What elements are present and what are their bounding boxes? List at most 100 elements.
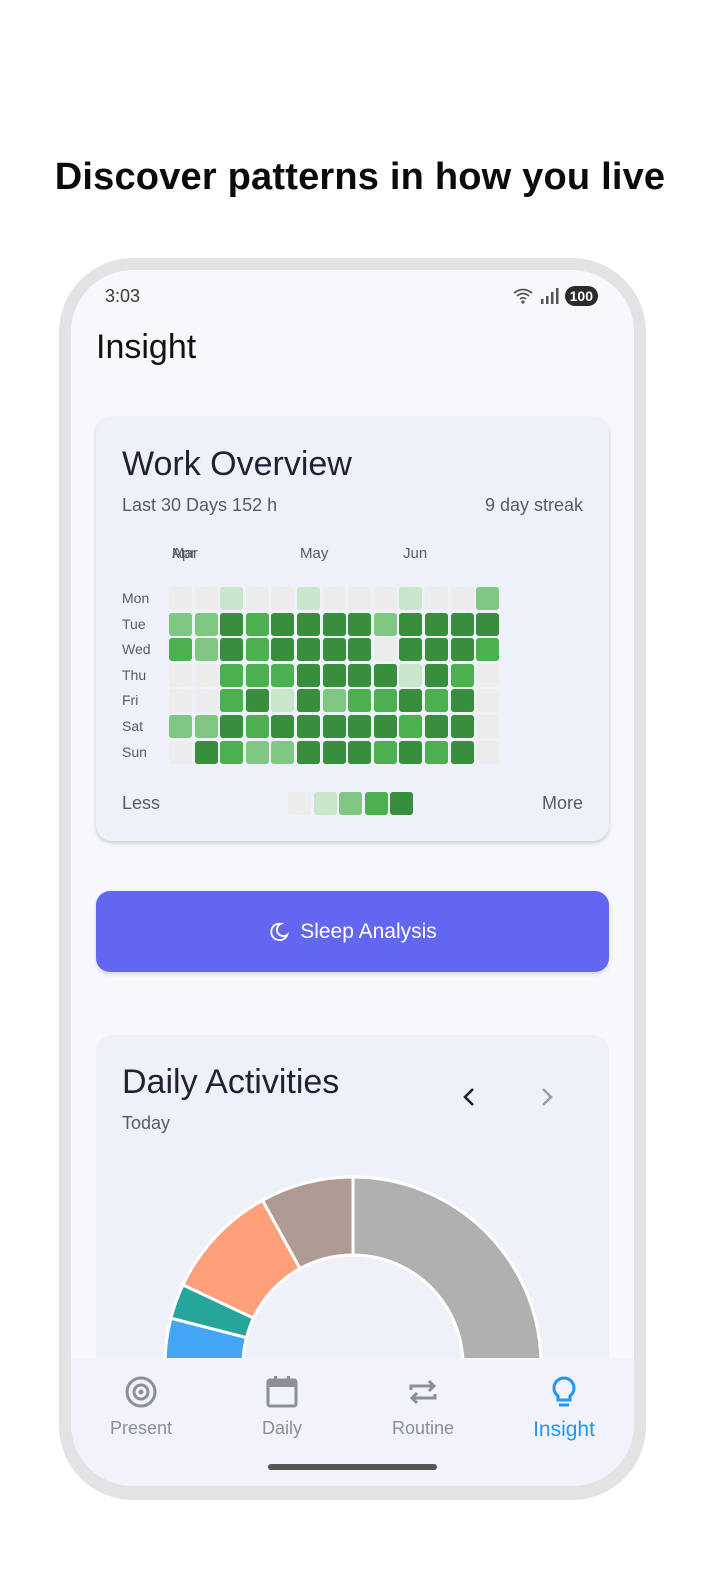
heatmap-cell [399,663,423,687]
heatmap-cell [194,638,218,662]
heatmap-cell [450,740,474,764]
heatmap-cell [322,663,346,687]
heatmap-cell [373,689,397,713]
headline: Discover patterns in how you live [54,156,666,198]
heatmap-cell [271,740,295,764]
sleep-analysis-label: Sleep Analysis [300,919,437,943]
heatmap-cell [322,587,346,610]
next-day-button[interactable] [532,1083,560,1111]
legend-less-label: Less [122,793,161,813]
heatmap-cell [194,740,218,764]
calendar-icon [266,1376,298,1408]
heatmap-cell [297,663,320,687]
heatmap-cell [220,740,244,764]
heatmap-cell [399,740,423,764]
heatmap-cell [245,715,269,738]
nav-daily-label: Daily [261,1418,302,1438]
heatmap-cell [399,587,423,610]
heatmap-cell [322,638,346,662]
heatmap-cell [348,689,372,713]
heatmap-cell [348,612,372,636]
sleep-analysis-button[interactable]: Sleep Analysis [96,891,609,972]
heatmap-cell [476,689,500,713]
nav-insight[interactable]: Insight [494,1374,634,1442]
heatmap-cell [425,638,448,662]
nav-routine[interactable]: Routine [353,1374,493,1439]
radar-icon [125,1376,157,1408]
heatmap-cell [450,587,474,610]
heatmap-cell [297,689,320,713]
heatmap-cell [194,663,218,687]
nav-present[interactable]: Present [71,1374,211,1439]
heatmap-cell [271,689,295,713]
phone-screen: 3:03 100 Insight Work Overview Last 30 D… [71,270,634,1486]
heatmap-cell [348,587,372,610]
heatmap-cell [322,689,346,713]
heatmap-cell [169,638,192,662]
heatmap-cell [425,663,448,687]
heatmap-cell [348,715,372,738]
status-time: 3:03 [105,286,141,306]
heatmap-cell [476,740,500,764]
heatmap-cell [322,715,346,738]
legend-cell [390,792,414,815]
heatmap-cell [348,740,372,764]
heatmap-cell [271,587,295,610]
legend-cell [288,792,311,815]
work-overview-card: Work Overview Last 30 Days 152 h 9 day s… [96,417,609,841]
previous-day-button[interactable] [456,1083,484,1111]
wifi-icon [513,288,533,304]
heatmap-cell [220,663,244,687]
month-label: Jun [403,545,428,562]
lightbulb-icon [552,1376,576,1407]
heatmap-cell [476,663,500,687]
heatmap-cell [271,715,295,738]
heatmap-cell [373,638,397,662]
heatmap-cell [476,715,500,738]
nav-daily[interactable]: Daily [212,1374,352,1439]
heatmap-cell [271,663,295,687]
day-label: Sun [122,743,147,760]
heatmap-cell [271,612,295,636]
heatmap-cell [373,740,397,764]
heatmap-cell [169,740,192,764]
legend-cell [313,792,337,815]
nav-routine-label: Routine [391,1418,455,1438]
heatmap-cell [169,663,192,687]
heatmap-cell [194,715,218,738]
heatmap-cell [425,715,448,738]
heatmap-cell [297,740,320,764]
heatmap-cell [322,612,346,636]
day-label: Tue [122,615,146,632]
nav-insight-label: Insight [533,1418,595,1441]
day-label: Thu [122,666,147,683]
heatmap-cell [450,638,474,662]
legend-cell [364,792,388,815]
heatmap-cell [245,612,269,636]
heatmap-cell [450,663,474,687]
heatmap-cell [476,587,500,610]
heatmap-cell [271,638,295,662]
heatmap-cell [348,638,372,662]
heatmap-cell [220,612,244,636]
page-title: Insight [96,328,197,366]
daily-activities-title: Daily Activities [122,1063,340,1101]
heatmap-cell [297,612,320,636]
day-label: Wed [122,641,151,658]
bottom-navigation: Present Daily Routine Insight [71,1358,634,1486]
heatmap-cell [373,587,397,610]
heatmap-cell [297,587,320,610]
heatmap-cell [322,740,346,764]
heatmap-cell [169,689,192,713]
heatmap-cell [169,587,192,610]
heatmap-cell [399,715,423,738]
heatmap-cell [245,740,269,764]
moon-icon [270,922,290,941]
heatmap-cell [425,740,448,764]
heatmap-cell [425,689,448,713]
heatmap-cell [450,612,474,636]
heatmap-cell [169,715,192,738]
heatmap-cell [425,587,448,610]
legend-cell [339,792,363,815]
heatmap-cell [245,587,269,610]
